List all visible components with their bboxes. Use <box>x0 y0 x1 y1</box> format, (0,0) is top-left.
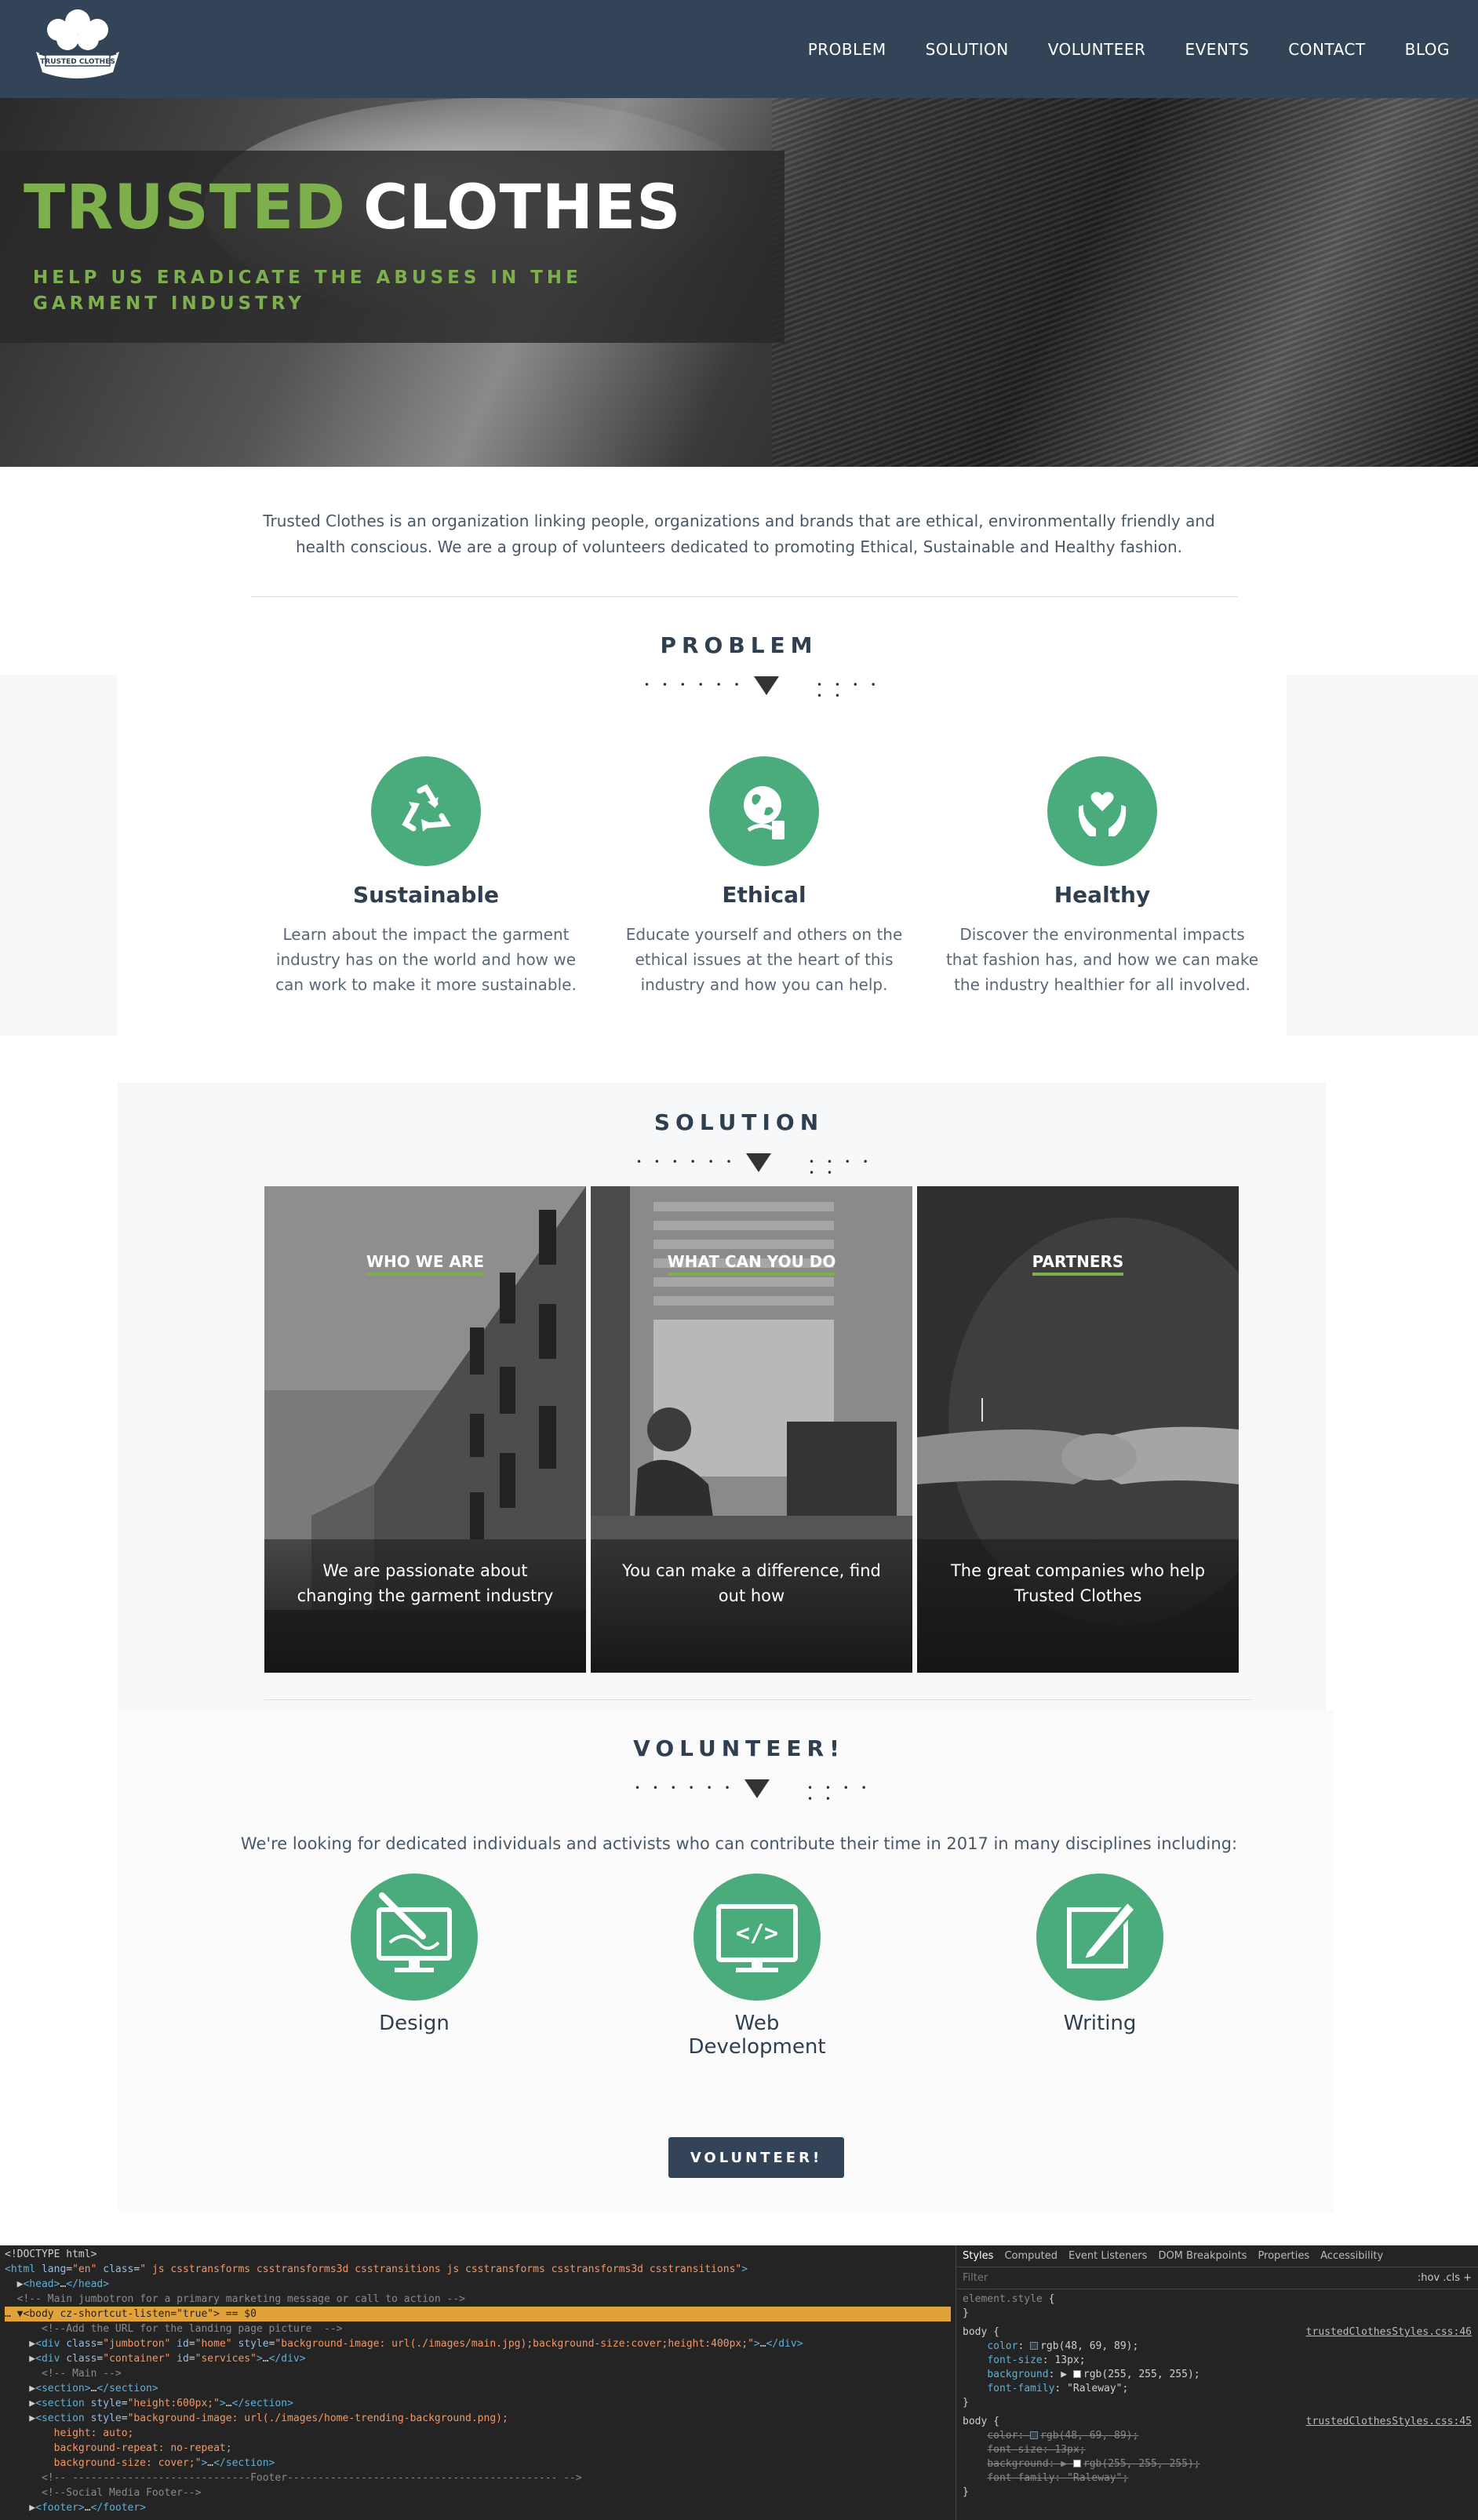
svg-text:</>: </> <box>736 1920 778 1947</box>
dom-line[interactable]: ▶<head>…</head> <box>5 2277 951 2292</box>
problem-item-title: Sustainable <box>352 882 500 908</box>
code-monitor-icon: </> <box>693 1874 821 2001</box>
tab-event-listeners[interactable]: Event Listeners <box>1068 2250 1147 2262</box>
pencil-square-icon <box>1036 1874 1163 2001</box>
solution-divider: • • • • • • • • • • • • <box>632 1149 883 1178</box>
tab-properties[interactable]: Properties <box>1258 2250 1309 2262</box>
nav-link-events[interactable]: EVENTS <box>1185 40 1249 59</box>
dom-line[interactable]: <!-- Main --> <box>5 2366 951 2381</box>
elements-tree[interactable]: <!DOCTYPE html> <html lang="en" class=" … <box>0 2245 956 2520</box>
card-heading-text: PARTNERS <box>1032 1252 1124 1276</box>
down-arrow-icon <box>754 676 779 695</box>
dom-line-selected[interactable]: … ▼<body cz-shortcut-listen="true"> == $… <box>5 2307 951 2322</box>
style-rules[interactable]: element.style { } body {trustedClothesSt… <box>956 2289 1478 2503</box>
dom-line[interactable]: background-size: cover;">…</section> <box>5 2456 951 2471</box>
problem-item-title: Healthy <box>1054 882 1151 908</box>
solution-card-what-can-you-do[interactable]: WHAT CAN YOU DO You can make a differenc… <box>591 1186 912 1673</box>
nav-link-contact[interactable]: CONTACT <box>1288 40 1365 59</box>
style-source-link[interactable]: trustedClothesStyles.css:46 <box>1306 2325 1472 2340</box>
volunteer-skill-web-development: </> Web Development <box>639 1874 875 2059</box>
dom-line[interactable]: background-repeat: no-repeat; <box>5 2441 951 2456</box>
main-nav: PROBLEM SOLUTION VOLUNTEER EVENTS CONTAC… <box>769 0 1450 98</box>
skill-label: Writing <box>1063 2012 1137 2035</box>
style-source-link[interactable]: trustedClothesStyles.css:45 <box>1306 2415 1472 2429</box>
solution-divider-line <box>264 1699 1251 1700</box>
problem-divider: • • • • • • • • • • • • <box>640 672 891 701</box>
hero-title-clothes: CLOTHES <box>363 173 682 243</box>
design-monitor-icon <box>351 1874 478 2001</box>
problem-item-ethical: Ethical Educate yourself and others on t… <box>603 756 925 997</box>
dom-line[interactable]: ▶<section style="height:600px;">…</secti… <box>5 2396 951 2411</box>
solution-card-partners[interactable]: PARTNERS The great companies who help Tr… <box>917 1186 1239 1673</box>
dom-line[interactable]: <!-- -----------------------------Footer… <box>5 2471 951 2485</box>
styles-filter-bar[interactable]: Filter :hov .cls + <box>956 2267 1478 2289</box>
tab-dom-breakpoints[interactable]: DOM Breakpoints <box>1158 2250 1247 2262</box>
recycle-icon <box>371 756 481 866</box>
card-heading-text: WHO WE ARE <box>366 1252 484 1276</box>
dom-line[interactable]: <!--Social Media Footer--> <box>5 2485 951 2500</box>
styles-tabs: Styles Computed Event Listeners DOM Brea… <box>956 2245 1478 2267</box>
down-arrow-icon <box>746 1153 771 1172</box>
tab-styles[interactable]: Styles <box>963 2250 993 2262</box>
svg-text:TRUSTED CLOTHES: TRUSTED CLOTHES <box>40 58 115 66</box>
styles-filter-input[interactable]: Filter <box>963 2272 988 2284</box>
skill-label: Design <box>379 2012 450 2035</box>
problem-item-text: Educate yourself and others on the ethic… <box>625 925 903 994</box>
top-navbar: TRUSTED CLOTHES PROBLEM SOLUTION VOLUNTE… <box>0 0 1478 98</box>
dom-line[interactable]: ▶<div class="jumbotron" id="home" style=… <box>5 2336 951 2351</box>
problem-item-text: Discover the environmental impacts that … <box>945 925 1259 994</box>
panel-edge-left <box>0 675 118 1036</box>
solution-card-who-we-are[interactable]: WHO WE ARE We are passionate about chang… <box>264 1186 586 1673</box>
styles-pane: Styles Computed Event Listeners DOM Brea… <box>956 2245 1478 2520</box>
card-heading[interactable]: PARTNERS <box>917 1252 1239 1276</box>
intro-divider <box>251 596 1238 597</box>
card-text: You can make a difference, find out how <box>622 1561 881 1605</box>
hero-loom-texture <box>772 98 1478 467</box>
volunteer-skill-writing: Writing <box>982 1874 1218 2035</box>
card-heading[interactable]: WHO WE ARE <box>264 1252 586 1276</box>
volunteer-button[interactable]: VOLUNTEER! <box>668 2137 844 2178</box>
card-heading-text: WHAT CAN YOU DO <box>667 1252 836 1276</box>
card-text: The great companies who help Trusted Clo… <box>950 1561 1206 1605</box>
problem-item-sustainable: Sustainable Learn about the impact the g… <box>265 756 587 997</box>
panel-edge-right <box>1287 675 1478 1036</box>
down-arrow-icon <box>744 1779 770 1798</box>
dom-line[interactable]: <html lang="en" class=" js csstransforms… <box>5 2262 951 2277</box>
problem-item-title: Ethical <box>722 882 806 908</box>
dom-line[interactable]: height: auto; <box>5 2426 951 2441</box>
dom-line[interactable]: <!--Add the URL for the landing page pic… <box>5 2322 951 2336</box>
nav-link-solution[interactable]: SOLUTION <box>926 40 1009 59</box>
tab-accessibility[interactable]: Accessibility <box>1320 2250 1383 2262</box>
volunteer-divider: • • • • • • • • • • • • <box>631 1775 882 1804</box>
skill-label: Web Development <box>688 2012 826 2059</box>
intro-text: Trusted Clothes is an organization linki… <box>263 512 1215 556</box>
problem-title: PROBLEM <box>660 632 818 658</box>
dom-line[interactable]: <!-- Main jumbotron for a primary market… <box>5 2292 951 2307</box>
dom-line[interactable]: ▶<section style="background-image: url(.… <box>5 2411 951 2426</box>
card-heading[interactable]: WHAT CAN YOU DO <box>591 1252 912 1276</box>
nav-link-problem[interactable]: PROBLEM <box>808 40 886 59</box>
hero-title-trusted: TRUSTED <box>24 173 347 243</box>
card-text: We are passionate about changing the gar… <box>297 1561 554 1605</box>
volunteer-title: VOLUNTEER! <box>633 1735 845 1761</box>
dom-line[interactable]: ▶<footer>…</footer> <box>5 2500 951 2515</box>
dom-line[interactable]: ▶<section>…</section> <box>5 2381 951 2396</box>
nav-link-blog[interactable]: BLOG <box>1405 40 1450 59</box>
volunteer-intro: We're looking for dedicated individuals … <box>240 1834 1238 1853</box>
problem-item-text: Learn about the impact the garment indus… <box>275 925 577 994</box>
heart-hands-icon <box>1047 756 1157 866</box>
globe-hand-icon <box>709 756 819 866</box>
volunteer-skill-design: Design <box>297 1874 532 2035</box>
problem-item-healthy: Healthy Discover the environmental impac… <box>941 756 1263 997</box>
dom-line[interactable]: <!DOCTYPE html> <box>5 2247 951 2262</box>
dom-line[interactable]: ▶<div class="container" id="services">…<… <box>5 2351 951 2366</box>
nav-link-volunteer[interactable]: VOLUNTEER <box>1048 40 1146 59</box>
logo-icon[interactable]: TRUSTED CLOTHES <box>28 6 127 82</box>
hero-title: TRUSTED CLOTHES <box>24 173 681 243</box>
hero-subtitle: HELP US ERADICATE THE ABUSES IN THE GARM… <box>33 268 582 314</box>
tab-computed[interactable]: Computed <box>1004 2250 1058 2262</box>
solution-title: SOLUTION <box>653 1109 825 1135</box>
styles-filter-tools[interactable]: :hov .cls + <box>1418 2272 1472 2284</box>
devtools-panel: <!DOCTYPE html> <html lang="en" class=" … <box>0 2245 1478 2520</box>
